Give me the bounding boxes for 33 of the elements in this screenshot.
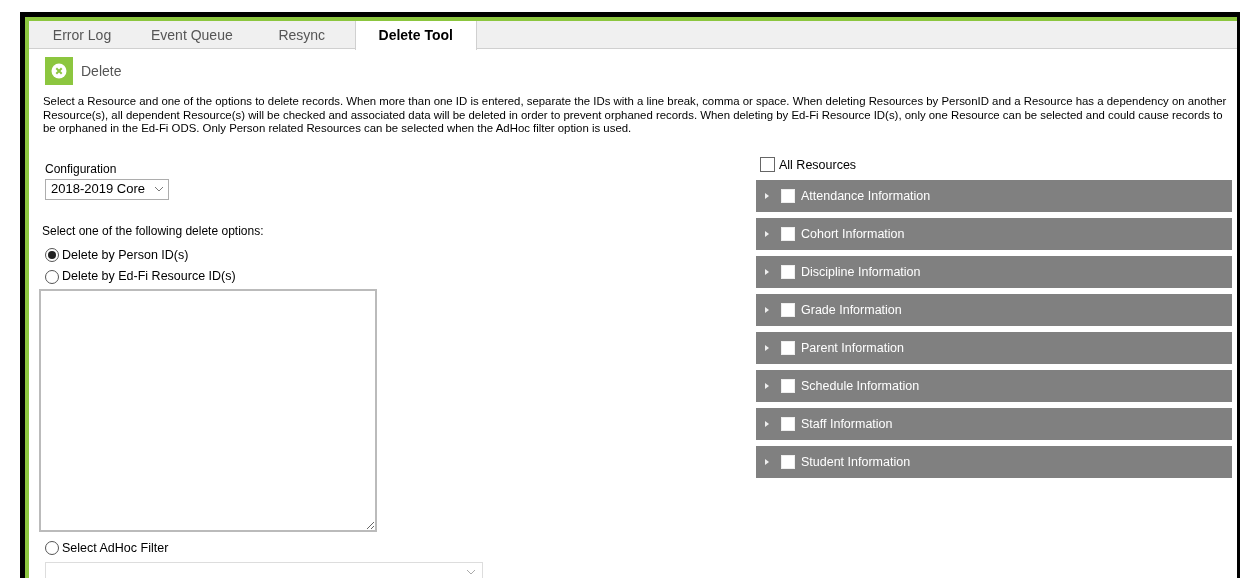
- resource-group-header[interactable]: Discipline Information: [756, 256, 1232, 289]
- resource-group-header[interactable]: Parent Information: [756, 332, 1232, 365]
- delete-icon: [45, 57, 73, 85]
- checkbox[interactable]: [781, 379, 795, 394]
- tab[interactable]: Error Log: [29, 21, 135, 49]
- options-label: Select one of the following delete options:: [42, 222, 265, 240]
- checkbox[interactable]: [781, 341, 795, 356]
- id-input-field[interactable]: [39, 289, 377, 532]
- all-resources-checkbox[interactable]: All Resources: [760, 155, 1232, 175]
- checkbox[interactable]: [781, 227, 795, 242]
- resource-group-header[interactable]: Cohort Information: [756, 218, 1232, 251]
- resource-group-header[interactable]: Staff Information: [756, 408, 1232, 441]
- configuration-label: Configuration: [45, 160, 118, 178]
- checkbox[interactable]: [781, 303, 795, 318]
- checkbox[interactable]: [781, 455, 795, 470]
- tab[interactable]: Resync: [248, 21, 355, 49]
- chevron-down-icon: [154, 186, 164, 192]
- radio-option[interactable]: Delete by Ed-Fi Resource ID(s): [45, 267, 489, 286]
- tab[interactable]: Event Queue: [135, 21, 249, 49]
- resource-group-header[interactable]: Attendance Information: [756, 180, 1232, 213]
- configuration-select[interactable]: 2018-2019 Core: [45, 178, 169, 200]
- resource-group-header[interactable]: Student Information: [756, 446, 1232, 479]
- tab[interactable]: Delete Tool: [354, 21, 477, 50]
- description-text: Select a Resource and one of the options to delete records. When more than one ID is entered, separate the IDs with a line break, comma or space. When deleting Resources by PersonID and a Resource has a dependency on another Resource(s), all dependent Resource(s) will be checked and associated data will be deleted in order to prevent orphaned records. When deleting by Ed-Fi Resource ID(s), only one Resource can be selected and could cause records to be orphaned in the Ed-Fi ODS. Only Person related Resources can be selected when the AdHoc filter option is used.: [42, 95, 1228, 136]
- checkbox[interactable]: [781, 265, 795, 280]
- checkbox[interactable]: [781, 189, 795, 204]
- checkbox[interactable]: [781, 417, 795, 432]
- resource-group-header[interactable]: Schedule Information: [756, 370, 1232, 403]
- resource-group-header[interactable]: Grade Information: [756, 294, 1232, 327]
- radio-option[interactable]: Delete by Person ID(s): [45, 245, 489, 265]
- radio-option[interactable]: Select AdHoc Filter: [45, 539, 489, 558]
- delete-button[interactable]: Delete: [45, 57, 122, 85]
- chevron-down-icon: [466, 568, 476, 575]
